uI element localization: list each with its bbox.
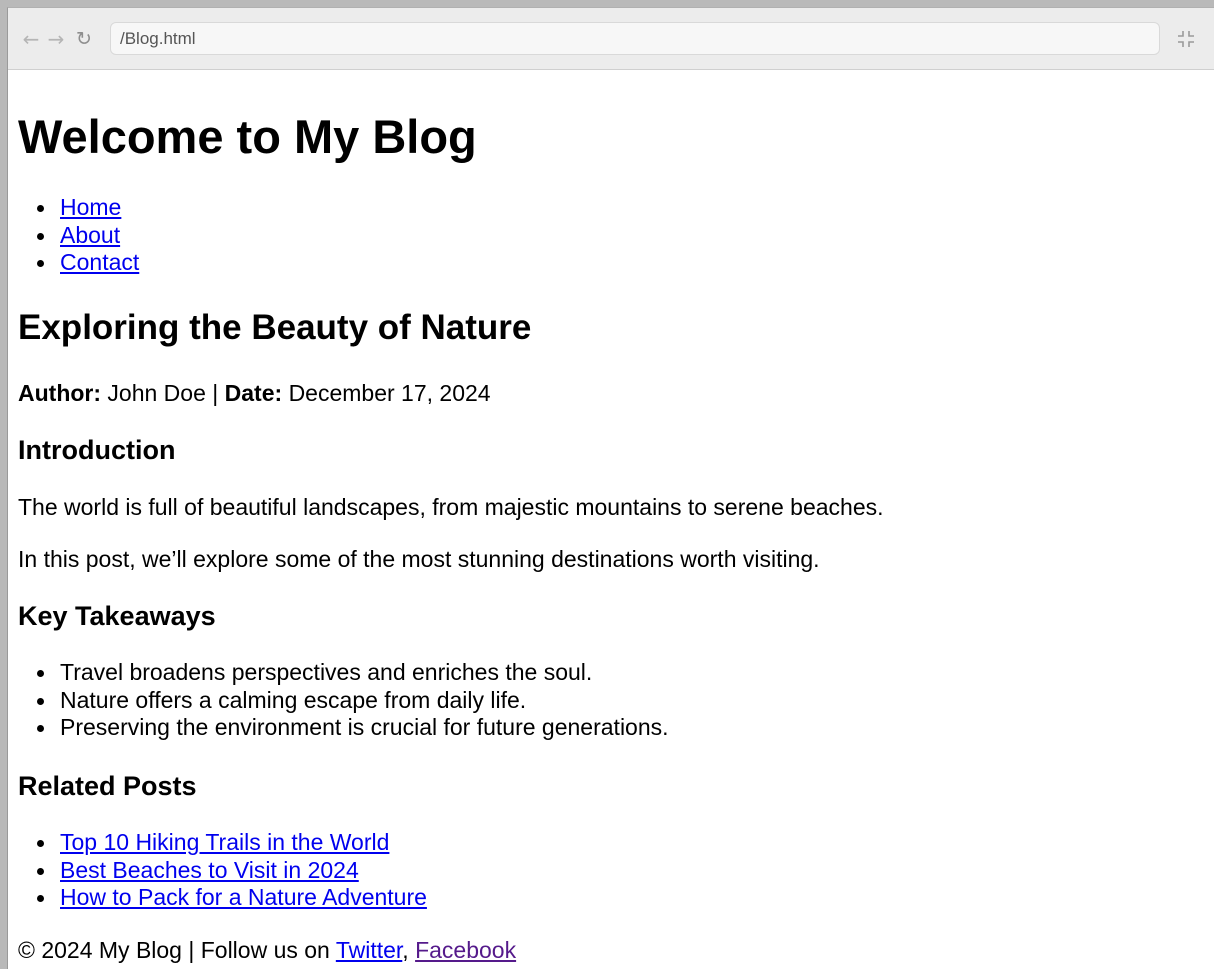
author-label: Author: [18, 380, 102, 406]
nav-link-home[interactable]: Home [60, 194, 121, 220]
collapse-icon[interactable] [1175, 28, 1197, 50]
intro-paragraph-1: The world is full of beautiful landscape… [18, 494, 884, 520]
arrow-left-icon[interactable]: ← [20, 28, 42, 50]
related-posts-list: Top 10 Hiking Trails in the World Best B… [37, 829, 427, 912]
list-item: Preserving the environment is crucial fo… [37, 714, 669, 740]
related-link-hiking[interactable]: Top 10 Hiking Trails in the World [60, 829, 389, 855]
related-link-packing[interactable]: How to Pack for a Nature Adventure [60, 884, 427, 910]
date-label: Date: [224, 380, 283, 406]
list-item: Best Beaches to Visit in 2024 [37, 857, 427, 885]
nav-link-about[interactable]: About [60, 222, 120, 248]
facebook-link[interactable]: Facebook [415, 937, 516, 963]
site-nav: Home About Contact [36, 194, 139, 277]
author-name: John Doe [107, 380, 206, 406]
footer-comma: , [402, 937, 409, 963]
nav-item: About [36, 222, 139, 250]
takeaways-list: Travel broadens perspectives and enriche… [37, 659, 669, 742]
twitter-link[interactable]: Twitter [336, 937, 402, 963]
related-heading: Related Posts [18, 771, 197, 801]
related-link-beaches[interactable]: Best Beaches to Visit in 2024 [60, 857, 359, 883]
nav-item: Home [36, 194, 139, 222]
meta-separator: | [212, 380, 219, 406]
intro-paragraph-2: In this post, we’ll explore some of the … [18, 546, 820, 572]
footer-text: © 2024 My Blog | Follow us on [18, 937, 336, 963]
page-content: Welcome to My Blog Home About Contact Ex… [18, 70, 1214, 969]
list-item: Top 10 Hiking Trails in the World [37, 829, 427, 857]
reload-icon[interactable]: ↻ [73, 28, 95, 50]
list-item: Travel broadens perspectives and enriche… [37, 659, 669, 687]
nav-item: Contact [36, 249, 139, 277]
takeaways-heading: Key Takeaways [18, 601, 216, 631]
list-item: Nature offers a calming escape from dail… [37, 687, 669, 715]
nav-link-contact[interactable]: Contact [60, 249, 139, 275]
browser-toolbar: ← → ↻ /Blog.html [8, 8, 1214, 70]
address-bar[interactable]: /Blog.html [110, 22, 1160, 55]
page-title: Welcome to My Blog [18, 110, 477, 163]
footer: © 2024 My Blog | Follow us on Twitter, F… [18, 936, 516, 964]
post-date: December 17, 2024 [288, 380, 491, 406]
arrow-right-icon[interactable]: → [45, 28, 67, 50]
browser-window: ← → ↻ /Blog.html Welcome to My Blog Home… [7, 7, 1214, 969]
post-title: Exploring the Beauty of Nature [18, 308, 532, 347]
list-item: How to Pack for a Nature Adventure [37, 884, 427, 912]
post-meta: Author: John Doe | Date: December 17, 20… [18, 379, 491, 407]
intro-heading: Introduction [18, 435, 176, 465]
